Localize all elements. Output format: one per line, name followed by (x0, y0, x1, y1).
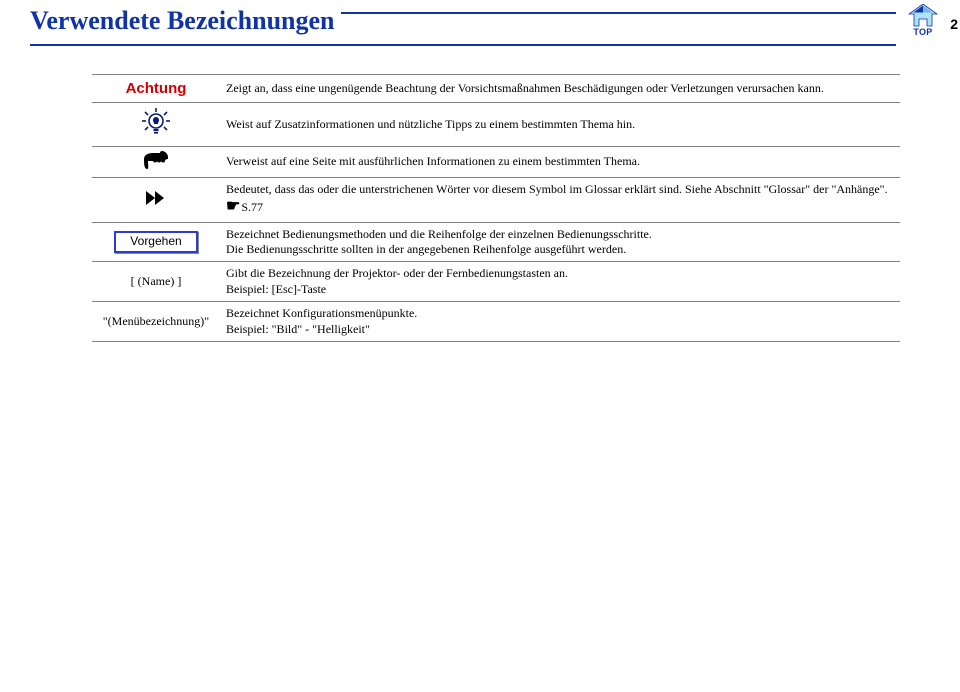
symbol-cell: [ (Name) ] (92, 262, 220, 302)
desc-cell: Verweist auf eine Seite mit ausführliche… (220, 146, 900, 177)
pointer-hand-icon: ☛ (226, 198, 240, 215)
table-row: Verweist auf eine Seite mit ausführliche… (92, 146, 900, 177)
page-number: 2 (942, 16, 958, 32)
table-row: Bedeutet, dass das oder die unterstriche… (92, 177, 900, 222)
table-row: Vorgehen Bezeichnet Bedienungsmethoden u… (92, 222, 900, 262)
symbol-table: Achtung Zeigt an, dass eine ungenügende … (92, 74, 900, 342)
menu-placeholder-label: "(Menübezeichnung)" (103, 314, 209, 328)
symbol-cell (92, 103, 220, 146)
name-placeholder-label: [ (Name) ] (131, 274, 182, 288)
page-header: Verwendete Bezeichnungen TOP 2 (0, 0, 960, 60)
symbol-cell (92, 146, 220, 177)
table-row: [ (Name) ] Gibt die Bezeichnung der Proj… (92, 262, 900, 302)
table-row: Achtung Zeigt an, dass eine ungenügende … (92, 75, 900, 103)
content-area: Achtung Zeigt an, dass eine ungenügende … (0, 60, 960, 342)
table-row: "(Menübezeichnung)" Bezeichnet Konfigura… (92, 302, 900, 342)
desc-cell: Gibt die Bezeichnung der Projektor- oder… (220, 262, 900, 302)
glossary-desc-text: Bedeutet, dass das oder die unterstriche… (226, 182, 888, 196)
glossary-fastforward-icon (146, 191, 166, 205)
procedure-label: Vorgehen (114, 231, 197, 252)
desc-cell: Zeigt an, dass eine ungenügende Beachtun… (220, 75, 900, 103)
attention-label: Achtung (126, 80, 187, 97)
house-arrow-icon (908, 4, 938, 28)
symbol-cell: Vorgehen (92, 222, 220, 262)
page-title: Verwendete Bezeichnungen (30, 6, 341, 36)
lightbulb-tip-icon (141, 107, 171, 137)
table-row: Weist auf Zusatzinformationen und nützli… (92, 103, 900, 146)
top-button[interactable]: TOP (908, 4, 938, 37)
page-reference-link[interactable]: S.77 (241, 200, 263, 214)
desc-cell: Bezeichnet Bedienungsmethoden und die Re… (220, 222, 900, 262)
symbol-cell (92, 177, 220, 222)
symbol-cell: Achtung (92, 75, 220, 103)
desc-cell: Bedeutet, dass das oder die unterstriche… (220, 177, 900, 222)
desc-cell: Bezeichnet Konfigurationsmenüpunkte. Bei… (220, 302, 900, 342)
symbol-cell: "(Menübezeichnung)" (92, 302, 220, 342)
pointer-hand-icon (143, 151, 169, 169)
top-label: TOP (908, 27, 938, 37)
desc-cell: Weist auf Zusatzinformationen und nützli… (220, 103, 900, 146)
